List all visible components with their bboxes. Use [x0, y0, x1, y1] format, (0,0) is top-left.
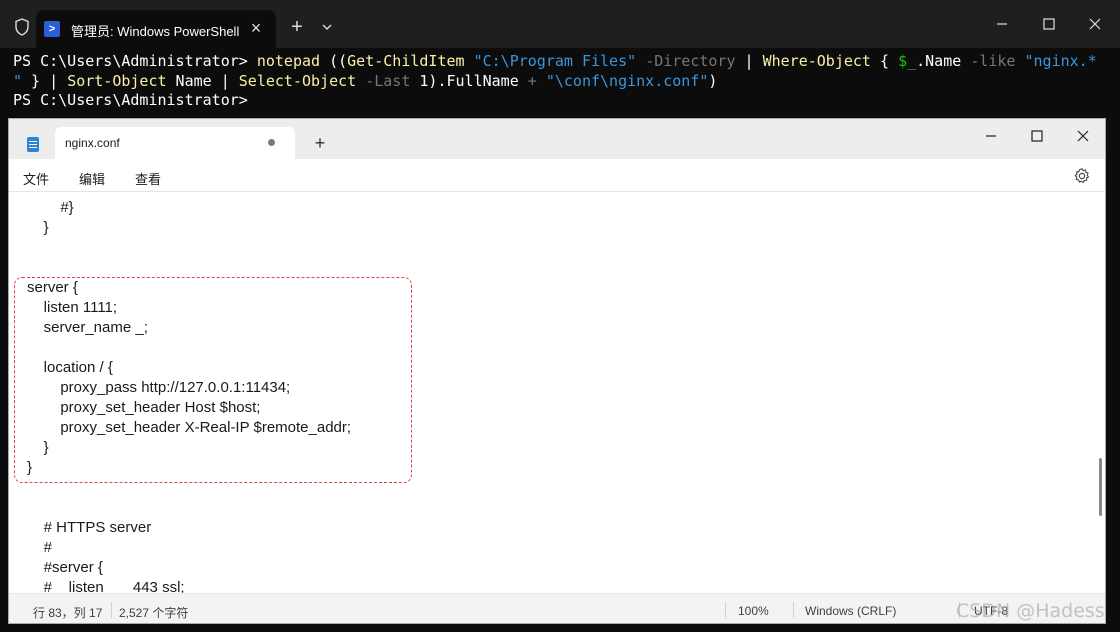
status-cursor-position: 行 83，列 17 [33, 606, 103, 620]
status-divider [725, 602, 726, 618]
code-line: proxy_pass http://127.0.0.1:11434; [27, 379, 291, 396]
terminal-token: " [13, 71, 23, 90]
notepad-minimize-icon[interactable] [979, 124, 1003, 148]
notepad-close-icon[interactable] [1071, 124, 1095, 148]
code-line: #server { [27, 559, 103, 576]
status-zoom[interactable]: 100% [738, 604, 769, 618]
code-line: proxy_set_header Host $host; [27, 399, 261, 416]
notepad-statusbar: 行 83，列 17 2,527 个字符 100% Windows (CRLF) … [9, 593, 1105, 623]
code-line: server_name _; [27, 319, 148, 336]
terminal-token: ) [708, 71, 718, 90]
terminal-token: PS C:\Users\Administrator> [13, 52, 257, 70]
close-tab-icon[interactable]: × [246, 18, 266, 38]
code-line: server { [27, 279, 78, 296]
menu-file[interactable]: 文件 [23, 169, 49, 188]
terminal-token: Sort-Object [67, 71, 167, 90]
terminal-token: (( [320, 52, 348, 70]
notepad-tab-title: nginx.conf [65, 136, 120, 150]
code-line: # HTTPS server [27, 519, 152, 536]
vertical-scrollbar[interactable] [1094, 192, 1105, 593]
notepad-tab[interactable]: nginx.conf [55, 127, 295, 159]
terminal-token: -like [970, 52, 1016, 70]
terminal-token: { [870, 52, 899, 70]
maximize-icon[interactable] [1037, 12, 1061, 36]
terminal-token: Name | [166, 71, 239, 90]
shield-icon [15, 18, 29, 36]
terminal-token: | [735, 52, 763, 70]
terminal-token: Where-Object [762, 52, 871, 70]
terminal-token: "C:\Program Files" [473, 52, 637, 70]
terminal-line: PS C:\Users\Administrator> notepad ((Get… [13, 52, 1120, 72]
chevron-down-icon[interactable] [316, 16, 338, 38]
powershell-tab-title: 管理员: Windows PowerShell [71, 24, 240, 39]
settings-gear-icon[interactable] [1073, 167, 1091, 185]
terminal-token: Select-Object [238, 71, 357, 90]
powershell-tab[interactable]: > 管理员: Windows PowerShell × [36, 10, 276, 48]
code-line: } [27, 439, 49, 456]
scrollbar-thumb[interactable] [1099, 458, 1102, 516]
terminal-token: -Last [365, 71, 411, 90]
notepad-text-editor[interactable]: #} } server { listen 1111; server_name _;… [9, 192, 1105, 593]
new-tab-button[interactable]: + [286, 16, 308, 38]
terminal-token: } | [22, 71, 68, 90]
notepad-titlebar: nginx.conf + [9, 119, 1105, 159]
terminal-token: notepad [256, 52, 321, 70]
powershell-icon: > [44, 21, 60, 37]
terminal-token: PS C:\Users\Administrator> [13, 91, 248, 109]
unsaved-dot-icon[interactable] [268, 139, 275, 146]
code-line: } [27, 459, 33, 476]
terminal-token: 1).FullName [410, 71, 528, 90]
terminal-token: -Directory [645, 52, 736, 70]
status-divider [111, 602, 112, 618]
code-line: proxy_set_header X-Real-IP $remote_addr; [27, 419, 352, 436]
status-char-count: 2,527 个字符 [119, 606, 189, 620]
powershell-titlebar: > 管理员: Windows PowerShell × + [0, 0, 1120, 48]
terminal-token: Get-ChildItem [347, 52, 465, 70]
notepad-window: nginx.conf + 文件 编辑 查看 #} } server { liste… [8, 118, 1106, 624]
code-line: } [27, 219, 49, 236]
terminal-line: " } | Sort-Object Name | Select-Object -… [13, 72, 1120, 92]
terminal-token: "nginx.* [1024, 52, 1097, 70]
notepad-app-icon [27, 137, 39, 152]
code-line: # listen 443 ssl; [27, 579, 185, 593]
powershell-terminal-output[interactable]: PS C:\Users\Administrator> notepad ((Get… [0, 48, 1120, 118]
terminal-token: .Name [916, 52, 971, 70]
terminal-token: $_ [898, 52, 917, 70]
code-line: location / { [27, 359, 113, 376]
watermark: CSDN @Hadess [956, 600, 1105, 622]
menu-edit[interactable]: 编辑 [79, 169, 105, 188]
code-line: #} [27, 199, 74, 216]
close-icon[interactable] [1083, 12, 1107, 36]
code-line: listen 1111; [27, 299, 118, 316]
code-line: # [27, 539, 53, 556]
notepad-new-tab-button[interactable]: + [311, 134, 329, 152]
status-line-ending[interactable]: Windows (CRLF) [805, 604, 896, 618]
minimize-icon[interactable] [991, 12, 1015, 36]
notepad-menubar: 文件 编辑 查看 [9, 159, 1105, 192]
status-divider [793, 602, 794, 618]
terminal-token: "\conf\nginx.conf" [545, 71, 709, 90]
notepad-maximize-icon[interactable] [1025, 124, 1049, 148]
menu-view[interactable]: 查看 [135, 169, 161, 188]
terminal-token: + [527, 71, 537, 90]
terminal-line: PS C:\Users\Administrator> [13, 91, 1120, 111]
